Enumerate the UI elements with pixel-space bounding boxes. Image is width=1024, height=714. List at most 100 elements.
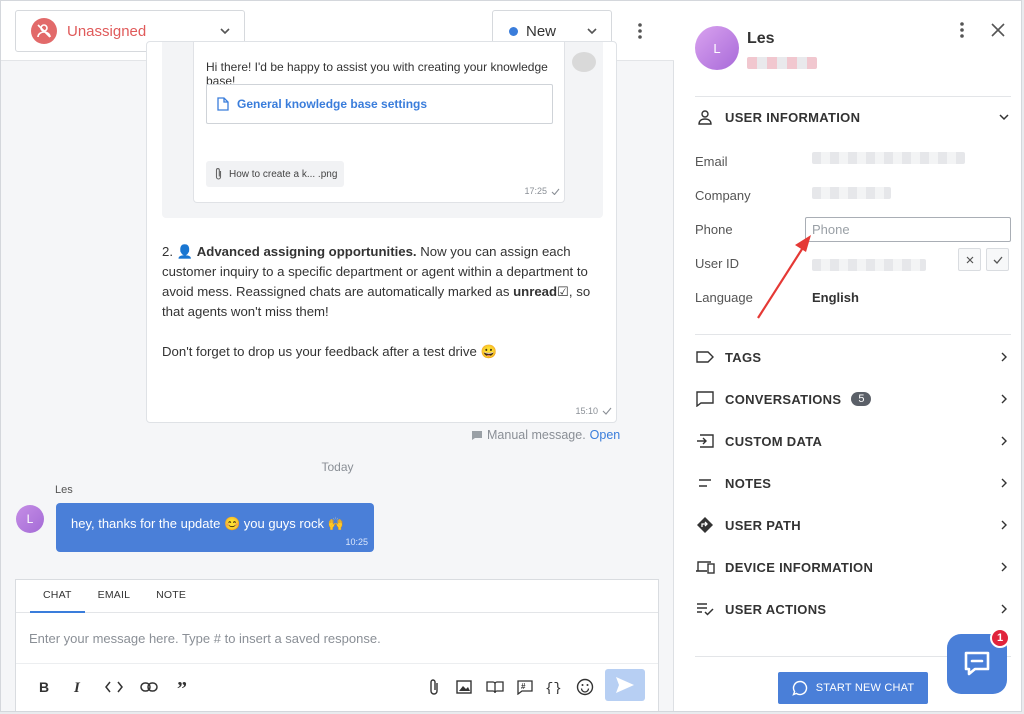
visitor-message-text: hey, thanks for the update 😊 you guys ro… — [71, 516, 344, 531]
section-user-actions[interactable]: USER ACTIONS — [695, 594, 1011, 624]
checkbox-emoji-icon: ☑ — [557, 284, 569, 299]
visitor-message: hey, thanks for the update 😊 you guys ro… — [56, 503, 374, 552]
user-name: Les — [747, 30, 775, 47]
user-subtitle-redacted — [747, 57, 817, 69]
section-user-actions-label: USER ACTIONS — [725, 601, 827, 617]
link-icon[interactable] — [137, 675, 161, 699]
check-icon — [993, 256, 1002, 264]
section-device-information-label: DEVICE INFORMATION — [725, 559, 874, 575]
italic-icon[interactable]: I — [66, 675, 90, 699]
image-icon[interactable] — [452, 675, 476, 699]
chevron-right-icon — [997, 434, 1011, 448]
tab-note[interactable]: NOTE — [143, 580, 199, 613]
section-user-path[interactable]: USER PATH — [695, 510, 1011, 540]
conversations-count-badge: 5 — [851, 392, 872, 406]
email-value-redacted — [812, 152, 965, 164]
agent-message-card: Hi there! I'd be happy to assist you wit… — [146, 41, 617, 423]
kb-settings-link[interactable]: General knowledge base settings — [206, 84, 553, 124]
devices-icon — [695, 557, 715, 577]
user-icon — [695, 107, 715, 127]
user-profile-pane: L Les USER INFORMATION Email Company Pho… — [675, 1, 1021, 711]
close-icon[interactable] — [986, 18, 1010, 42]
assignee-label: Unassigned — [67, 22, 147, 40]
cancel-edit-button[interactable] — [958, 248, 981, 271]
check-icon — [602, 407, 612, 415]
visitor-message-time: 10:25 — [345, 537, 368, 547]
start-new-chat-button[interactable]: START NEW CHAT — [778, 672, 928, 704]
quote-icon[interactable]: ” — [172, 675, 196, 699]
unassigned-agent-icon — [31, 18, 57, 44]
section-custom-data[interactable]: CUSTOM DATA — [695, 426, 1011, 456]
app-window: Unassigned New Hi there! I'd be happy to… — [0, 0, 1022, 712]
close-icon — [966, 256, 973, 263]
checklist-icon — [695, 599, 715, 619]
chat-bubble-icon — [792, 680, 807, 696]
message-time-text: 15:10 — [575, 406, 598, 416]
status-label: New — [526, 22, 557, 40]
divider — [695, 96, 1011, 97]
user-id-label: User ID — [695, 256, 740, 271]
section-tags[interactable]: TAGS — [695, 342, 1011, 372]
composer-tabs: CHAT EMAIL NOTE — [16, 580, 658, 613]
profile-menu-icon[interactable] — [950, 18, 974, 42]
status-dot — [509, 26, 518, 36]
language-label: Language — [695, 290, 753, 305]
attachment-chip[interactable]: How to create a k... .png — [206, 161, 344, 187]
chat-widget-icon — [964, 651, 990, 676]
section-device-information[interactable]: DEVICE INFORMATION — [695, 552, 1011, 582]
message-paragraph-2: Don't forget to drop us your feedback af… — [162, 344, 497, 359]
paperclip-icon — [215, 168, 222, 180]
divider — [695, 334, 1011, 335]
chevron-down-icon — [220, 28, 230, 35]
notification-badge: 1 — [990, 628, 1010, 648]
section-user-path-label: USER PATH — [725, 517, 801, 533]
code-icon[interactable] — [102, 675, 126, 699]
tag-icon — [695, 347, 715, 367]
open-link[interactable]: Open — [590, 428, 621, 442]
chat-bubble-icon — [695, 389, 715, 409]
svg-text:I: I — [73, 680, 81, 694]
message-paragraph-1: 2. 👤 Advanced assigning opportunities. N… — [162, 242, 607, 322]
message-input[interactable] — [16, 614, 658, 664]
bold-icon[interactable]: B — [32, 675, 56, 699]
email-label: Email — [695, 154, 728, 169]
user-information-title: USER INFORMATION — [725, 109, 861, 125]
section-conversations-label: CONVERSATIONS — [725, 391, 842, 407]
saved-response-icon[interactable]: # — [513, 675, 537, 699]
unread-word: unread — [513, 284, 558, 299]
comment-icon — [472, 430, 482, 440]
section-conversations[interactable]: CONVERSATIONS 5 — [695, 384, 1011, 414]
quoted-message-area: Hi there! I'd be happy to assist you wit… — [162, 42, 603, 218]
section-notes[interactable]: NOTES — [695, 468, 1011, 498]
phone-field[interactable] — [805, 217, 1011, 242]
conversation-menu-icon[interactable] — [628, 19, 652, 43]
tab-chat[interactable]: CHAT — [30, 580, 85, 613]
user-avatar: L — [695, 26, 739, 70]
user-information-header[interactable]: USER INFORMATION — [695, 102, 1011, 132]
document-icon — [217, 97, 229, 111]
paragraph-heading: Advanced assigning opportunities. — [196, 244, 417, 259]
section-tags-label: TAGS — [725, 349, 762, 365]
chevron-down-icon — [587, 28, 597, 35]
language-value: English — [812, 290, 859, 305]
chevron-right-icon — [997, 602, 1011, 616]
svg-text:{}: {} — [545, 681, 562, 694]
emoji-icon[interactable] — [573, 675, 597, 699]
check-icon — [551, 188, 560, 195]
knowledge-base-icon[interactable] — [483, 675, 507, 699]
chevron-right-icon — [997, 350, 1011, 364]
message-time: 15:10 — [575, 406, 612, 416]
visitor-avatar: L — [16, 505, 44, 533]
section-custom-data-label: CUSTOM DATA — [725, 433, 823, 449]
tab-email[interactable]: EMAIL — [85, 580, 144, 613]
manual-label: Manual message. — [487, 428, 586, 442]
paperclip-icon[interactable] — [422, 675, 446, 699]
day-separator: Today — [321, 460, 354, 474]
variables-icon[interactable]: {} — [542, 675, 566, 699]
send-button[interactable] — [605, 669, 645, 701]
quoted-message: Hi there! I'd be happy to assist you wit… — [193, 42, 565, 203]
chevron-right-icon — [997, 518, 1011, 532]
confirm-edit-button[interactable] — [986, 248, 1009, 271]
kb-link-label: General knowledge base settings — [237, 97, 428, 111]
section-notes-label: NOTES — [725, 475, 772, 491]
